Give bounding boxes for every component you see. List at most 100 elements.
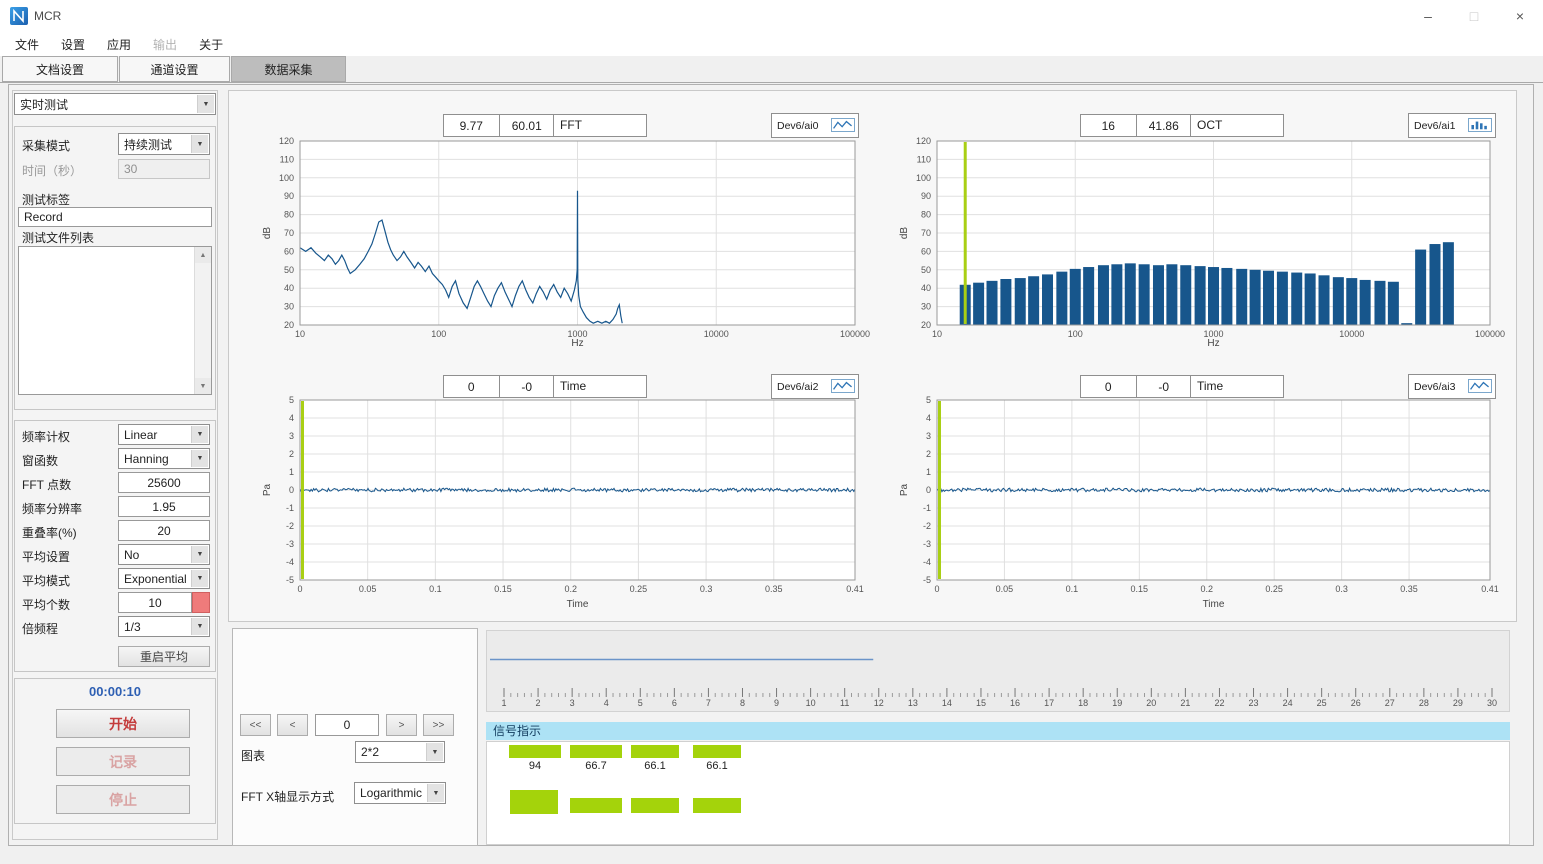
- chevron-down-icon[interactable]: [191, 426, 208, 443]
- file-list-label: 测试文件列表: [22, 229, 94, 246]
- signal-peak-bar: [693, 798, 741, 813]
- chevron-down-icon[interactable]: [191, 546, 208, 563]
- elapsed-time: 00:00:10: [14, 684, 216, 699]
- chevron-down-icon[interactable]: [426, 743, 443, 761]
- window-function-value: Hanning: [124, 449, 191, 468]
- minimize-button[interactable]: –: [1405, 0, 1451, 32]
- fft-points-input[interactable]: 25600: [118, 472, 210, 493]
- chevron-down-icon[interactable]: [191, 570, 208, 587]
- record-timeline-panel: [486, 630, 1510, 712]
- average-count-input[interactable]: 10: [118, 592, 192, 613]
- chevron-down-icon[interactable]: [197, 95, 214, 113]
- menu-item-file[interactable]: 文件: [4, 32, 50, 56]
- signal-peak-bar: [570, 798, 622, 813]
- average-mode-combo[interactable]: Exponential: [118, 568, 210, 589]
- oct-cursor-x-value: 16: [1081, 115, 1137, 136]
- overlap-percent-label: 重叠率(%): [22, 524, 77, 541]
- fft-xaxis-value: Logarithmic: [360, 783, 427, 803]
- bar-chart-icon: [1468, 118, 1492, 132]
- average-count-warning-indicator: [192, 592, 210, 613]
- time-right-channel-selector[interactable]: Dev6/ai3: [1408, 374, 1496, 399]
- tabbar: 文档设置通道设置数据采集: [0, 56, 1543, 83]
- signal-level-bar: [509, 745, 561, 758]
- window-function-combo[interactable]: Hanning: [118, 448, 210, 469]
- signal-level-bar: [693, 745, 741, 758]
- titlebar: MCR – □ ×: [0, 0, 1543, 33]
- test-tag-input[interactable]: Record: [18, 207, 212, 227]
- test-mode-value: 实时测试: [20, 94, 197, 114]
- time-seconds-label: 时间（秒）: [22, 162, 82, 179]
- acq-mode-combo[interactable]: 持续测试: [118, 133, 210, 155]
- fft-xaxis-combo[interactable]: Logarithmic: [354, 782, 446, 804]
- average-mode-value: Exponential: [124, 569, 191, 588]
- acq-mode-label: 采集模式: [22, 137, 70, 154]
- oct-channel-selector[interactable]: Dev6/ai1: [1408, 113, 1496, 138]
- signal-peak-bar: [510, 790, 558, 814]
- freq-resolution-label: 频率分辨率: [22, 500, 82, 517]
- time-left-type-label: Time: [553, 375, 647, 398]
- average-count-label: 平均个数: [22, 596, 70, 613]
- scrollbar[interactable]: [194, 247, 211, 394]
- average-setting-label: 平均设置: [22, 548, 70, 565]
- window-controls: – □ ×: [1405, 0, 1543, 32]
- chart-layout-label: 图表: [241, 747, 265, 764]
- average-setting-combo[interactable]: No: [118, 544, 210, 565]
- fft-xaxis-label: FFT X轴显示方式: [241, 788, 334, 805]
- time-left-cursor-readout[interactable]: 0-0: [443, 375, 555, 398]
- acq-mode-value: 持续测试: [124, 134, 191, 154]
- time-seconds-input[interactable]: 30: [118, 159, 210, 179]
- time-left-channel-selector[interactable]: Dev6/ai2: [771, 374, 859, 399]
- display-controls-panel: [232, 628, 478, 846]
- overlap-percent-input[interactable]: 20: [118, 520, 210, 541]
- fft-channel-selector[interactable]: Dev6/ai0: [771, 113, 859, 138]
- oct-cursor-readout[interactable]: 1641.86: [1080, 114, 1192, 137]
- chevron-down-icon[interactable]: [191, 618, 208, 635]
- chevron-down-icon[interactable]: [191, 135, 208, 153]
- restart-average-button[interactable]: 重启平均: [118, 646, 210, 667]
- scroll-down-icon[interactable]: [195, 378, 211, 394]
- nav-index-input[interactable]: 0: [315, 714, 379, 736]
- signal-level-bar: [570, 745, 622, 758]
- nav-first-button[interactable]: <<: [240, 714, 271, 736]
- fft-cursor-y-value: 60.01: [500, 115, 555, 136]
- nav-next-button[interactable]: >: [386, 714, 417, 736]
- freq-resolution-input[interactable]: 1.95: [118, 496, 210, 517]
- fft-channel-name: Dev6/ai0: [777, 120, 818, 132]
- signal-level-value: 66.1: [631, 760, 679, 772]
- scroll-up-icon[interactable]: [195, 247, 211, 263]
- chevron-down-icon[interactable]: [427, 784, 444, 802]
- fft-cursor-readout[interactable]: 9.7760.01: [443, 114, 555, 137]
- signal-level-bar: [631, 745, 679, 758]
- tab-document-settings[interactable]: 文档设置: [2, 56, 118, 82]
- signal-level-value: 66.7: [570, 760, 622, 772]
- chevron-down-icon[interactable]: [191, 450, 208, 467]
- menu-item-application[interactable]: 应用: [96, 32, 142, 56]
- chart-layout-value: 2*2: [361, 742, 426, 762]
- tab-data-acquisition[interactable]: 数据采集: [231, 56, 346, 82]
- start-button[interactable]: 开始: [56, 709, 190, 738]
- nav-prev-button[interactable]: <: [277, 714, 308, 736]
- window-function-label: 窗函数: [22, 452, 58, 469]
- signal-peak-bar: [631, 798, 679, 813]
- record-button[interactable]: 记录: [56, 747, 190, 776]
- time-right-cursor-x-value: 0: [1081, 376, 1137, 397]
- time-right-cursor-readout[interactable]: 0-0: [1080, 375, 1192, 398]
- menu-item-about[interactable]: 关于: [188, 32, 234, 56]
- stop-button[interactable]: 停止: [56, 785, 190, 814]
- freq-weighting-combo[interactable]: Linear: [118, 424, 210, 445]
- octave-fraction-combo[interactable]: 1/3: [118, 616, 210, 637]
- tab-channel-settings[interactable]: 通道设置: [119, 56, 230, 82]
- average-setting-value: No: [124, 545, 191, 564]
- fft-cursor-x-value: 9.77: [444, 115, 500, 136]
- charts-panel: [228, 90, 1517, 622]
- time-right-cursor-y-value: -0: [1137, 376, 1192, 397]
- chart-layout-combo[interactable]: 2*2: [355, 741, 445, 763]
- close-button[interactable]: ×: [1497, 0, 1543, 32]
- maximize-button[interactable]: □: [1451, 0, 1497, 32]
- time-right-channel-name: Dev6/ai3: [1414, 381, 1455, 393]
- test-mode-combo[interactable]: 实时测试: [14, 93, 216, 115]
- menu-item-settings[interactable]: 设置: [50, 32, 96, 56]
- octave-fraction-value: 1/3: [124, 617, 191, 636]
- test-file-listbox[interactable]: [18, 246, 212, 395]
- nav-last-button[interactable]: >>: [423, 714, 454, 736]
